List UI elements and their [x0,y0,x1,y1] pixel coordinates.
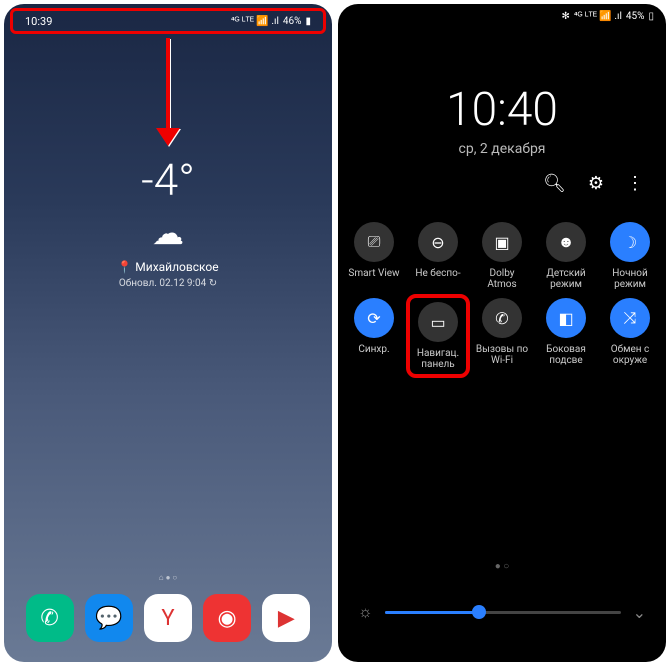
status-bar[interactable]: 10:39 ⁴ᴳ ᴸᵀᴱ 📶 .ıl 46% ▮ [10,8,326,34]
expand-icon[interactable]: ⌄ [633,603,646,622]
tile-nav-panel[interactable]: ▭ Навигац. панель [410,298,466,374]
tile-label: Не беспо- [410,268,466,279]
page-indicator: ● ○ [338,561,666,572]
temperature: -4° [4,154,332,206]
app-yandex[interactable]: Y [144,594,192,642]
tile-wifi-calls[interactable]: ✆ Вызовы по Wi-Fi [474,298,530,374]
app-dock: ✆💬Y◉▶ [4,594,332,642]
tile-sync[interactable]: ⟳ Синхр. [346,298,402,374]
tile-label: Smart View [346,268,402,279]
tile-share[interactable]: ⤨ Обмен с окруже [602,298,658,374]
tile-side-light[interactable]: ◧ Боковая подсве [538,298,594,374]
tile-kids[interactable]: ☻ Детский режим [538,222,594,290]
weather-widget[interactable]: -4° ☁ 📍 Михайловское Обновл. 02.12 9:04 … [4,154,332,289]
page-indicator: ⌂ ● ○ [4,573,332,582]
tile-label: Навигац. панель [414,348,462,370]
quick-settings-grid: ⎚ Smart View ⊖ Не беспо- ▣ Dolby Atmos ☻ Детски… [338,210,666,386]
sync-icon: ⟳ [354,298,394,338]
tile-label: Детский режим [538,268,594,290]
location: 📍 Михайловское [4,260,332,274]
panel-actions: 🔍︎ ⚙ ⋮ [338,157,666,210]
tile-label: Ночной режим [602,268,658,290]
share-icon: ⤨ [610,298,650,338]
tile-label: Боковая подсве [538,344,594,366]
tile-no-disturb[interactable]: ⊖ Не беспо- [410,222,466,290]
search-icon[interactable]: 🔍︎ [543,173,566,194]
tile-label: Dolby Atmos [474,268,530,290]
status-icons: ✻ ⁴ᴳ ᴸᵀᴱ 📶 .ıl 45% ▯ [562,11,655,22]
side-light-icon: ◧ [546,298,586,338]
tile-night[interactable]: ☽ Ночной режим [602,222,658,290]
updated-time: Обновл. 02.12 9:04 ↻ [4,278,332,289]
panel-date: ср, 2 декабря [338,141,666,157]
dolby-icon: ▣ [482,222,522,262]
phone-quick-settings: ✻ ⁴ᴳ ᴸᵀᴱ 📶 .ıl 45% ▯ 10:40 ср, 2 декабря… [338,4,666,662]
kids-icon: ☻ [546,222,586,262]
tile-label: Вызовы по Wi-Fi [474,344,530,366]
status-icons: ⁴ᴳ ᴸᵀᴱ 📶 .ıl 46% ▮ [231,16,311,27]
no-disturb-icon: ⊖ [418,222,458,262]
gear-icon[interactable]: ⚙ [588,173,604,194]
tile-label: Синхр. [346,344,402,355]
more-icon[interactable]: ⋮ [626,173,644,194]
brightness-control: ☼ ⌄ [338,602,666,622]
phone-home-screen: 10:39 ⁴ᴳ ᴸᵀᴱ 📶 .ıl 46% ▮ -4° ☁ 📍 Михайло… [4,4,332,662]
app-camera[interactable]: ◉ [203,594,251,642]
app-messages[interactable]: 💬 [85,594,133,642]
night-icon: ☽ [610,222,650,262]
app-play[interactable]: ▶ [262,594,310,642]
status-time: 10:39 [25,15,52,28]
brightness-low-icon: ☼ [358,602,373,622]
tile-smart-view[interactable]: ⎚ Smart View [346,222,402,290]
tile-label: Обмен с окруже [602,344,658,366]
status-bar: ✻ ⁴ᴳ ᴸᵀᴱ 📶 .ıl 45% ▯ [338,4,666,28]
app-phone[interactable]: ✆ [26,594,74,642]
nav-panel-icon: ▭ [418,302,458,342]
cloud-icon: ☁ [4,214,332,252]
tile-dolby[interactable]: ▣ Dolby Atmos [474,222,530,290]
pull-down-arrow-annotation [156,38,180,148]
brightness-slider[interactable] [385,611,621,614]
panel-time: 10:40 [338,83,666,137]
wifi-calls-icon: ✆ [482,298,522,338]
smart-view-icon: ⎚ [354,222,394,262]
